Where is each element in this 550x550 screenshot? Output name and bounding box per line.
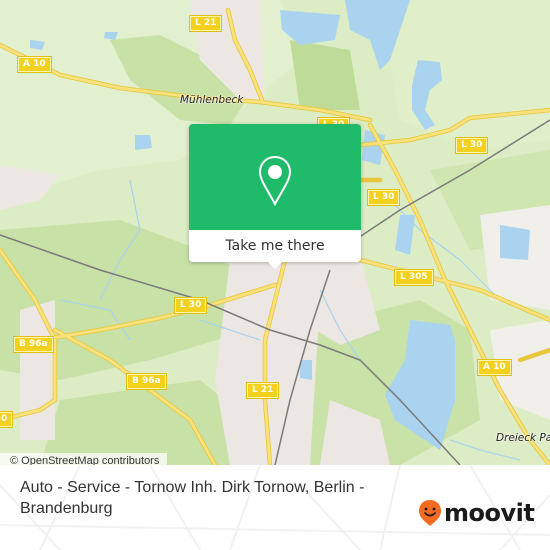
map-view[interactable]: L 21 A 10 L 30 L 30 L 30 L 305 B 96a B 9… [0, 0, 550, 465]
road-label: B 96a [127, 374, 166, 389]
popup-header[interactable] [189, 124, 361, 230]
road-label: B 96a [14, 337, 53, 352]
road-label: L 21 [247, 383, 279, 398]
take-me-there-button[interactable]: Take me there [189, 230, 361, 262]
popup-pointer [267, 261, 283, 269]
moovit-smiley-pin-icon [419, 500, 441, 526]
place-label-muehlenbeck: Mühlenbeck [180, 94, 244, 106]
road-label: L 21 [190, 16, 222, 31]
road-label: L 305 [395, 270, 433, 285]
moovit-wordmark: moovit [444, 499, 535, 527]
road-label: A 10 [18, 57, 51, 72]
road-label: A 10 [478, 360, 511, 375]
road-label: L 30 [175, 298, 207, 313]
place-title: Auto - Service - Tornow Inh. Dirk Tornow… [20, 479, 365, 517]
road-label: 0 [0, 412, 13, 427]
map-attribution[interactable]: © OpenStreetMap contributors [0, 453, 168, 465]
road-label: L 30 [368, 190, 400, 205]
location-popup[interactable]: Take me there [189, 124, 361, 269]
moovit-logo[interactable]: moovit [418, 499, 535, 527]
place-label-dreieck: Dreieck Pa [496, 432, 550, 444]
map-pin-icon [258, 155, 292, 207]
footer: Auto - Service - Tornow Inh. Dirk Tornow… [0, 465, 550, 550]
road-label: L 30 [456, 138, 488, 153]
